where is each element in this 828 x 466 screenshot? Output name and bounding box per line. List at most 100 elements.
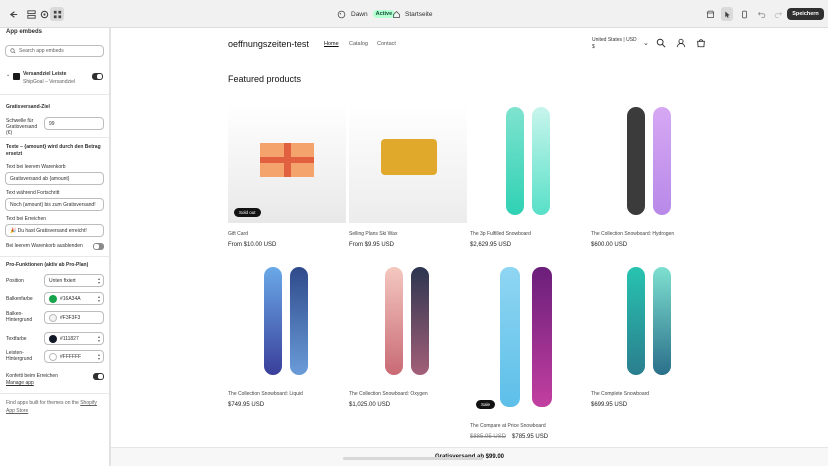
bar-bg-swatch[interactable] bbox=[49, 314, 57, 322]
product-title[interactable]: The Collection Snowboard: Oxygen bbox=[349, 391, 467, 397]
product-image[interactable] bbox=[591, 105, 709, 223]
store-logo-text[interactable]: oeffnungszeiten-test bbox=[228, 39, 309, 49]
inspector-icon[interactable] bbox=[721, 7, 733, 21]
product-card[interactable]: Selling Plans Ski Wax From $9.95 USD bbox=[349, 105, 467, 248]
hide-empty-label: Bei leerem Warenkorb ausblenden bbox=[6, 243, 83, 249]
product-image[interactable] bbox=[349, 265, 467, 383]
progress-text-label: Text während Fortschritt bbox=[6, 190, 60, 196]
texts-section-title: Texte – {amount} wird durch den Betrag e… bbox=[6, 144, 101, 157]
product-image[interactable] bbox=[591, 265, 709, 383]
product-card[interactable]: The Collection Snowboard: Hydrogen $600.… bbox=[591, 105, 709, 248]
select-chevron-icon: ▴ ▾ bbox=[97, 294, 100, 303]
embed-subtitle: ShipGoal – Versandziel bbox=[23, 79, 75, 85]
compare-at-price: $885.95 USD bbox=[470, 434, 507, 440]
product-card[interactable]: Sold out Gift Card From $10.00 USD bbox=[228, 105, 346, 248]
chevron-down-icon[interactable]: ⌄ bbox=[643, 39, 649, 47]
threshold-value: 99 bbox=[49, 120, 55, 127]
wax-block-icon bbox=[381, 139, 437, 175]
product-price: From $9.95 USD bbox=[349, 242, 395, 248]
product-image[interactable] bbox=[349, 105, 467, 223]
reached-text-input[interactable]: 🎉 Du hast Gratisversand erreicht! bbox=[5, 224, 104, 237]
country-selector[interactable]: United States | USD $ bbox=[592, 37, 638, 51]
cart-icon[interactable] bbox=[696, 38, 706, 48]
strip-bg-label: Leisten-Hintergrund bbox=[6, 350, 33, 362]
save-button[interactable]: Speichern bbox=[787, 8, 824, 20]
progress-text-input[interactable]: Noch {amount} bis zum Gratisversand! bbox=[5, 198, 104, 211]
horizontal-scrollbar[interactable] bbox=[343, 457, 483, 460]
position-select[interactable]: Unten fixiert ▴ ▾ bbox=[44, 274, 104, 287]
undo-icon[interactable] bbox=[755, 7, 767, 21]
product-price: $785.95 USD bbox=[512, 434, 549, 440]
product-card[interactable]: The Complete Snowboard $699.95 USD bbox=[591, 265, 709, 408]
empty-cart-label: Text bei leerem Warenkorb bbox=[6, 164, 66, 170]
search-input[interactable]: Search app embeds bbox=[5, 45, 104, 57]
redo-icon[interactable] bbox=[772, 7, 784, 21]
threshold-label: Schwelle für Gratisversand (€) bbox=[6, 118, 38, 136]
theme-selector[interactable]: Dawn Active bbox=[337, 7, 396, 21]
product-image[interactable]: Sale bbox=[470, 265, 588, 415]
strip-bg-color-picker[interactable]: #FFFFFF ▴ ▾ bbox=[44, 350, 104, 363]
product-title[interactable]: Selling Plans Ski Wax bbox=[349, 231, 467, 237]
product-price-row: $885.95 USD $785.95 USD bbox=[470, 434, 588, 440]
page-name: Startseite bbox=[405, 10, 433, 18]
product-title[interactable]: The Collection Snowboard: Hydrogen bbox=[591, 231, 709, 237]
position-label: Position bbox=[6, 278, 24, 284]
bar-color-label: Balkenfarbe bbox=[6, 296, 33, 302]
reached-text-label: Text bei Erreichen bbox=[6, 216, 47, 222]
confetti-toggle[interactable] bbox=[93, 373, 104, 380]
confetti-label: Konfetti beim Erreichen bbox=[6, 373, 58, 379]
theme-name: Dawn bbox=[351, 10, 368, 18]
divider bbox=[0, 393, 110, 394]
product-card[interactable]: The 3p Fulfilled Snowboard $2,629.95 USD bbox=[470, 105, 588, 248]
threshold-input[interactable]: 99 bbox=[44, 117, 104, 130]
product-image[interactable]: Sold out bbox=[228, 105, 346, 223]
product-title[interactable]: The 3p Fulfilled Snowboard bbox=[470, 231, 588, 237]
bar-color-swatch[interactable] bbox=[49, 295, 57, 303]
hide-empty-toggle[interactable] bbox=[93, 243, 104, 250]
product-card[interactable]: Sale The Compare at Price Snowboard $885… bbox=[470, 265, 588, 440]
manage-app-link[interactable]: Manage app bbox=[6, 380, 34, 386]
text-color-swatch[interactable] bbox=[49, 335, 57, 343]
product-image[interactable] bbox=[470, 105, 588, 223]
divider bbox=[0, 94, 110, 95]
search-icon[interactable] bbox=[656, 38, 666, 48]
bar-color-picker[interactable]: #16A34A ▴ ▾ bbox=[44, 292, 104, 305]
empty-cart-input[interactable]: Gratisversand ab {amount} bbox=[5, 172, 104, 185]
select-chevron-icon: ▴ ▾ bbox=[97, 352, 100, 361]
goal-section-title: Gratisversand-Ziel bbox=[6, 104, 50, 110]
product-image[interactable] bbox=[228, 265, 346, 383]
theme-settings-icon[interactable] bbox=[37, 7, 51, 21]
select-chevron-icon: ▴ ▾ bbox=[97, 276, 100, 285]
account-icon[interactable] bbox=[676, 38, 686, 48]
reached-text-value: 🎉 Du hast Gratisversand erreicht! bbox=[10, 227, 87, 234]
product-title[interactable]: The Complete Snowboard bbox=[591, 391, 709, 397]
page-selector[interactable]: Startseite bbox=[392, 7, 432, 21]
text-color-picker[interactable]: #111827 ▴ ▾ bbox=[44, 332, 104, 345]
embed-toggle[interactable] bbox=[92, 73, 103, 80]
theme-icon bbox=[337, 10, 346, 18]
product-title[interactable]: The Collection Snowboard: Liquid bbox=[228, 391, 346, 397]
sold-out-badge: Sold out bbox=[234, 208, 261, 217]
product-card[interactable]: The Collection Snowboard: Liquid $749.95… bbox=[228, 265, 346, 408]
search-placeholder: Search app embeds bbox=[19, 48, 64, 54]
product-title[interactable]: The Compare at Price Snowboard bbox=[470, 423, 588, 429]
panel-title: App embeds bbox=[6, 29, 43, 35]
store-icon[interactable] bbox=[704, 7, 716, 21]
product-card[interactable]: The Collection Snowboard: Oxygen $1,025.… bbox=[349, 265, 467, 408]
app-embeds-icon[interactable] bbox=[50, 7, 64, 21]
strip-bg-swatch[interactable] bbox=[49, 353, 57, 361]
text-color-value: #111827 bbox=[60, 335, 79, 342]
bar-bg-color-picker[interactable]: #F3F3F3 bbox=[44, 311, 104, 324]
nav-catalog[interactable]: Catalog bbox=[349, 41, 368, 47]
bar-bg-label: Balken-Hintergrund bbox=[6, 311, 33, 323]
text-color-label: Textfarbe bbox=[6, 336, 27, 342]
nav-contact[interactable]: Contact bbox=[377, 41, 396, 47]
select-chevron-icon: ▴ ▾ bbox=[97, 334, 100, 343]
product-title[interactable]: Gift Card bbox=[228, 231, 346, 237]
sections-icon[interactable] bbox=[24, 7, 38, 21]
mobile-preview-icon[interactable] bbox=[738, 7, 750, 21]
nav-home[interactable]: Home bbox=[324, 41, 339, 47]
embed-name: Versandziel Leiste bbox=[23, 71, 67, 77]
exit-icon[interactable] bbox=[6, 7, 20, 21]
collapse-chevron-icon[interactable]: ⌄ bbox=[6, 72, 10, 78]
